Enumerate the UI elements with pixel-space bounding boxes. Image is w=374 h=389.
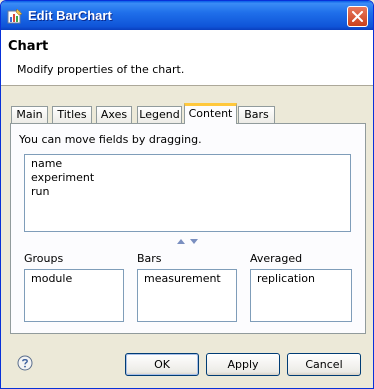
tab-bars[interactable]: Bars xyxy=(238,106,275,123)
page-description: Modify properties of the chart. xyxy=(17,63,185,76)
list-item[interactable]: measurement xyxy=(138,272,236,286)
groups-label: Groups xyxy=(24,252,64,265)
drag-hint: You can move fields by dragging. xyxy=(19,133,202,146)
bars-list[interactable]: measurement xyxy=(137,269,237,322)
list-item[interactable]: run xyxy=(25,185,350,199)
list-item[interactable]: module xyxy=(25,272,123,286)
tab-titles[interactable]: Titles xyxy=(52,106,92,123)
tab-main[interactable]: Main xyxy=(11,106,48,123)
cancel-button[interactable]: Cancel xyxy=(287,353,361,376)
ok-button[interactable]: OK xyxy=(125,353,199,376)
tab-content[interactable]: Content xyxy=(184,103,237,124)
averaged-list[interactable]: replication xyxy=(250,269,352,322)
list-item[interactable]: experiment xyxy=(25,171,350,185)
available-fields-list[interactable]: name experiment run xyxy=(24,154,351,232)
averaged-label: Averaged xyxy=(250,252,303,265)
apply-button[interactable]: Apply xyxy=(206,353,280,376)
list-item[interactable]: name xyxy=(25,157,350,171)
page-title: Chart xyxy=(8,39,49,54)
window-title: Edit BarChart xyxy=(28,8,112,23)
barchart-edit-icon xyxy=(7,8,23,24)
edit-barchart-dialog: Edit BarChart Chart Modify properties of… xyxy=(0,0,374,389)
groups-list[interactable]: module xyxy=(24,269,124,322)
title-bar[interactable]: Edit BarChart xyxy=(1,1,373,30)
help-icon[interactable] xyxy=(17,355,33,371)
tab-axes[interactable]: Axes xyxy=(96,106,132,123)
move-up-down-arrows-icon[interactable] xyxy=(176,237,200,245)
tab-legend[interactable]: Legend xyxy=(137,106,182,123)
dialog-header: Chart Modify properties of the chart. xyxy=(1,30,373,86)
close-button[interactable] xyxy=(347,6,368,27)
bars-label: Bars xyxy=(137,252,162,265)
close-icon xyxy=(352,11,363,22)
list-item[interactable]: replication xyxy=(251,272,351,286)
